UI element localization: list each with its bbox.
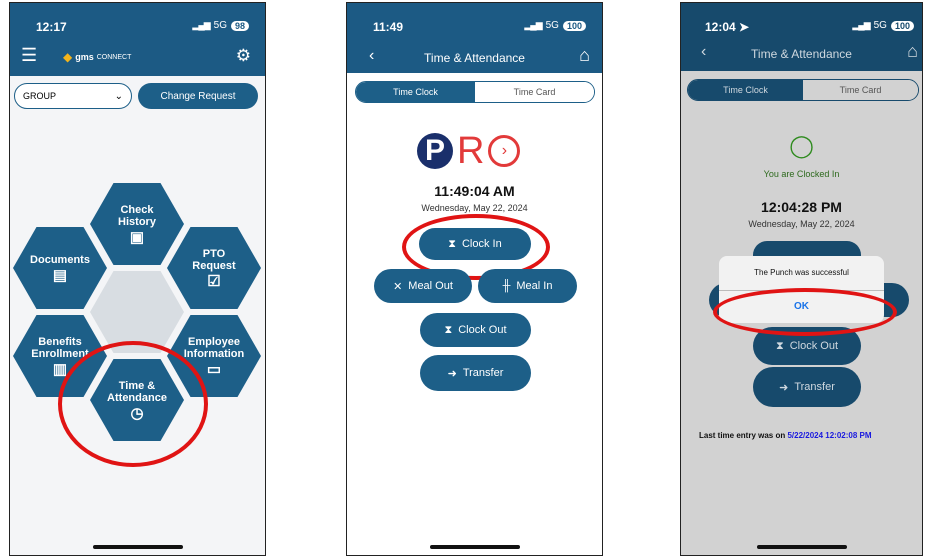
- menu-icon[interactable]: ☰: [21, 46, 38, 64]
- home-header: 12:17 ▂▄▆ 5G 98 ☰ ◆ gms CONNECT ⚙: [10, 3, 265, 76]
- transfer-label: Transfer: [462, 367, 504, 379]
- arrow-right-icon: ➜: [779, 381, 789, 394]
- meal-out-label: Meal Out: [408, 280, 453, 292]
- last-entry-label: Last time entry was on: [699, 431, 788, 440]
- home-indicator: [756, 545, 847, 549]
- transfer-button[interactable]: ➜ Transfer: [753, 367, 861, 407]
- home-icon[interactable]: ⌂: [907, 41, 918, 62]
- signal-icon: ▂▄▆: [192, 20, 210, 30]
- network-label: 5G: [545, 20, 559, 31]
- status-indicators: ▂▄▆ 5G 100: [524, 20, 586, 31]
- clock-out-label: Clock Out: [789, 340, 839, 352]
- tab-switcher: Time Clock Time Card: [687, 79, 919, 101]
- clock-date: Wednesday, May 22, 2024: [748, 219, 855, 229]
- document-icon: ▤: [52, 267, 68, 284]
- phone-time-clock: 11:49 ▂▄▆ 5G 100 ‹ Time & Attendance ⌂ T…: [346, 2, 603, 556]
- logo-r-mark: R: [457, 130, 485, 172]
- status-time: 12:17: [36, 20, 67, 34]
- status-indicators: ▂▄▆ 5G 98: [192, 20, 249, 31]
- clocked-in-user-icon: ◯: [789, 133, 814, 158]
- logo-p-mark: P: [417, 133, 453, 169]
- tile-label: Employee Information: [183, 336, 245, 360]
- page-title: Time & Attendance: [751, 47, 852, 61]
- group-select[interactable]: GROUP ⌄: [14, 83, 132, 109]
- punch-header: 12:04 ➤ ▂▄▆ 5G 100 ‹ Time & Attendance ⌂: [681, 3, 922, 71]
- arrow-right-icon: ➜: [447, 367, 457, 380]
- meal-in-label: Meal In: [516, 280, 553, 292]
- chevron-down-icon: ⌄: [114, 90, 123, 102]
- battery-icon: 98: [230, 20, 249, 31]
- clipboard-icon: ▥: [52, 361, 68, 378]
- network-label: 5G: [213, 20, 227, 31]
- tile-label: PTO Request: [192, 248, 236, 272]
- phone-punch-success: 12:04 ➤ ▂▄▆ 5G 100 ‹ Time & Attendance ⌂…: [680, 2, 923, 556]
- transfer-label: Transfer: [794, 381, 835, 393]
- meal-in-button[interactable]: ╫ Meal In: [478, 269, 577, 303]
- calendar-check-icon: ☑: [207, 273, 221, 290]
- logo-clock-icon: ›: [488, 135, 521, 167]
- brand-name: gms: [75, 52, 94, 62]
- status-time: 12:04 ➤: [705, 20, 749, 34]
- last-entry-value: 5/22/2024 12:02:08 PM: [787, 431, 872, 440]
- pro-logo: P R ›: [417, 130, 521, 172]
- network-label: 5G: [873, 20, 887, 31]
- clock-time: 11:49:04 AM: [434, 183, 515, 199]
- brand-suffix: CONNECT: [96, 53, 132, 61]
- hourglass-icon: ⧗: [775, 339, 784, 352]
- home-icon[interactable]: ⌂: [579, 45, 590, 66]
- status-time: 11:49: [373, 20, 404, 34]
- group-select-value: GROUP: [23, 91, 57, 101]
- clock-out-button[interactable]: ⧗ Clock Out: [420, 313, 531, 347]
- status-indicators: ▂▄▆ 5G 100: [852, 20, 914, 31]
- phone-home: 12:17 ▂▄▆ 5G 98 ☰ ◆ gms CONNECT ⚙ GROUP ⌄…: [9, 2, 266, 556]
- transfer-button[interactable]: ➜ Transfer: [420, 355, 531, 391]
- last-entry: Last time entry was on 5/22/2024 12:02:0…: [699, 431, 918, 440]
- page-title: Time & Attendance: [424, 51, 525, 65]
- clock-out-label: Clock Out: [458, 324, 507, 336]
- gear-icon[interactable]: ⚙: [236, 46, 251, 66]
- meal-out-button[interactable]: ✕ Meal Out: [374, 269, 472, 303]
- home-indicator: [92, 545, 183, 549]
- tab-time-clock[interactable]: Time Clock: [688, 80, 803, 100]
- location-arrow-icon: ➤: [739, 20, 750, 34]
- utensils-icon: ╫: [502, 280, 511, 292]
- tab-time-card[interactable]: Time Card: [803, 80, 918, 100]
- tab-time-card[interactable]: Time Card: [475, 82, 594, 102]
- signal-icon: ▂▄▆: [524, 20, 542, 30]
- utensils-crossed-icon: ✕: [393, 280, 403, 293]
- tab-switcher: Time Clock Time Card: [355, 81, 595, 103]
- home-indicator: [429, 545, 520, 549]
- id-card-icon: ▭: [206, 361, 222, 378]
- clock-header: 11:49 ▂▄▆ 5G 100 ‹ Time & Attendance ⌂: [347, 3, 602, 73]
- highlight-ring: [713, 288, 897, 336]
- status-time-value: 12:04: [705, 20, 736, 34]
- highlight-ring: [58, 341, 208, 467]
- change-request-button[interactable]: Change Request: [138, 83, 258, 109]
- tab-time-clock[interactable]: Time Clock: [356, 82, 475, 102]
- money-icon: ▣: [129, 229, 145, 246]
- signal-icon: ▂▄▆: [852, 20, 870, 30]
- tile-label: Documents: [30, 254, 90, 266]
- clock-date: Wednesday, May 22, 2024: [421, 203, 528, 213]
- brand-logo: ◆ gms CONNECT: [63, 50, 131, 64]
- change-request-label: Change Request: [160, 90, 236, 102]
- alert-message: The Punch was successful: [754, 268, 849, 277]
- clock-time: 12:04:28 PM: [761, 199, 842, 215]
- brand-logo-icon: ◆: [63, 50, 73, 64]
- clocked-in-status: You are Clocked In: [763, 169, 840, 179]
- battery-icon: 100: [562, 20, 586, 31]
- battery-icon: 100: [890, 20, 914, 31]
- tile-label: Check History: [118, 204, 156, 228]
- hourglass-icon: ⧗: [444, 323, 453, 336]
